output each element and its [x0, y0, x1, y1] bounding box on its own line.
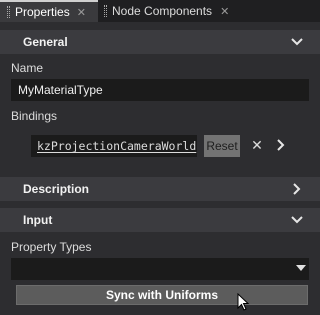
binding-expression-field[interactable]: kzProjectionCameraWorld	[31, 135, 197, 157]
dropdown-arrow-icon[interactable]	[296, 265, 306, 271]
name-field[interactable]: MyMaterialType	[11, 79, 309, 101]
chevron-down-icon[interactable]	[290, 213, 304, 227]
remove-binding-icon[interactable]: ✕	[250, 136, 264, 154]
property-types-label: Property Types	[11, 240, 92, 254]
section-description-title: Description	[23, 182, 90, 196]
grip-icon[interactable]	[104, 5, 107, 17]
close-icon[interactable]: ✕	[220, 5, 229, 18]
section-general-title: General	[23, 35, 68, 49]
tab-node-components-label: Node Components	[112, 4, 213, 18]
binding-expression-text: kzProjectionCameraWorld	[37, 139, 197, 153]
section-input[interactable]: Input	[0, 208, 320, 232]
bindings-label: Bindings	[11, 109, 58, 123]
section-input-title: Input	[23, 213, 53, 227]
tab-properties[interactable]: Properties ✕	[0, 0, 98, 22]
close-icon[interactable]: ✕	[77, 6, 86, 19]
sync-with-uniforms-button[interactable]: Sync with Uniforms	[16, 285, 308, 305]
grip-icon[interactable]	[7, 6, 10, 18]
reset-button[interactable]: Reset	[204, 135, 240, 157]
chevron-right-icon[interactable]	[274, 138, 288, 152]
tab-node-components[interactable]: Node Components ✕	[100, 0, 242, 22]
chevron-down-icon[interactable]	[290, 35, 304, 49]
section-description[interactable]: Description	[0, 177, 320, 201]
section-general[interactable]: General	[0, 30, 320, 54]
tab-properties-label: Properties	[15, 5, 70, 19]
name-label: Name	[11, 61, 44, 75]
name-field-value: MyMaterialType	[18, 83, 103, 97]
panel-tab-bar: Properties ✕ Node Components ✕	[0, 0, 320, 22]
mouse-cursor-icon	[237, 293, 249, 311]
property-types-dropdown[interactable]	[11, 258, 309, 280]
chevron-right-icon[interactable]	[290, 182, 304, 196]
